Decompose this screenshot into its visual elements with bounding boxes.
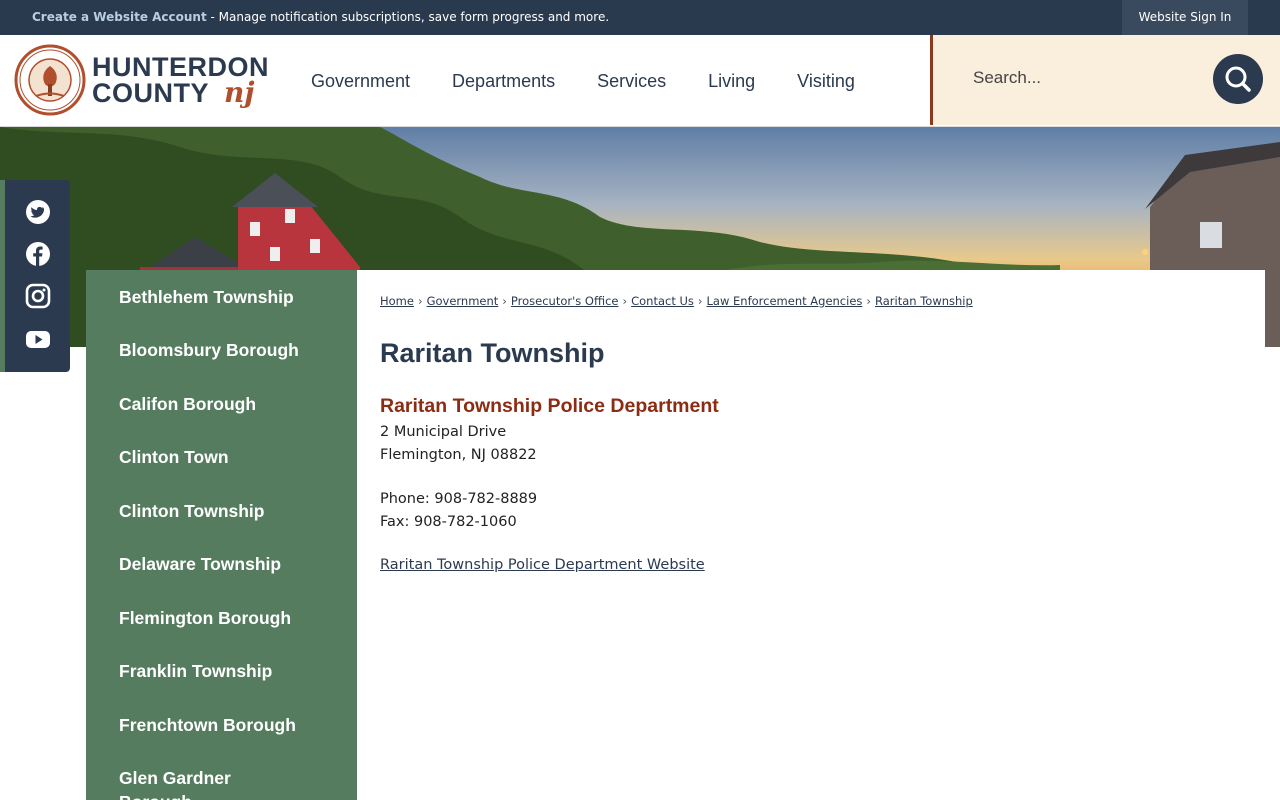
breadcrumb-separator: › — [417, 294, 423, 308]
notification-message: Create a Website Account - Manage notifi… — [32, 10, 609, 24]
search-area — [930, 35, 1280, 125]
municipality-sidebar: Bethlehem Township Bloomsbury Borough Ca… — [86, 270, 357, 800]
page-title: Raritan Township — [380, 338, 605, 368]
breadcrumb-separator: › — [697, 294, 703, 308]
sidebar-item-frenchtown-borough[interactable]: Frenchtown Borough — [119, 713, 349, 737]
facebook-icon[interactable] — [25, 241, 51, 267]
nav-departments[interactable]: Departments — [431, 71, 576, 92]
main-navigation: Government Departments Services Living V… — [290, 35, 876, 127]
address-line-2: Flemington, NJ 08822 — [380, 447, 537, 463]
sidebar-item-bloomsbury-borough[interactable]: Bloomsbury Borough — [119, 338, 349, 362]
breadcrumb-separator: › — [622, 294, 628, 308]
website-sign-in-button[interactable]: Website Sign In — [1122, 0, 1248, 35]
social-media-bar — [0, 180, 70, 372]
breadcrumb-separator: › — [502, 294, 507, 308]
breadcrumb-prosecutors-office[interactable]: Prosecutor's Office — [511, 294, 619, 308]
sidebar-item-clinton-town[interactable]: Clinton Town — [119, 445, 349, 469]
main-content: Home › Government › Prosecutor's Office › Cont… — [357, 270, 1265, 800]
site-header: HUNTERDON COUNTY nj Government Departmen… — [0, 35, 1280, 127]
sidebar-item-bethlehem-township[interactable]: Bethlehem Township — [119, 285, 349, 309]
nav-living[interactable]: Living — [687, 71, 776, 92]
sidebar-item-franklin-township[interactable]: Franklin Township — [119, 659, 349, 683]
breadcrumb: Home › Government › Prosecutor's Office › Cont… — [380, 294, 973, 308]
hunterdon-county-logo[interactable]: HUNTERDON COUNTY nj — [14, 44, 269, 116]
sidebar-item-delaware-township[interactable]: Delaware Township — [119, 552, 349, 576]
phone-number: Phone: 908-782-8889 — [380, 491, 538, 507]
breadcrumb-government[interactable]: Government — [427, 294, 499, 308]
create-account-description: - Manage notification subscriptions, sav… — [206, 10, 610, 24]
search-input[interactable] — [973, 68, 1193, 88]
youtube-icon[interactable] — [25, 326, 51, 352]
breadcrumb-law-enforcement-agencies[interactable]: Law Enforcement Agencies — [707, 294, 863, 308]
address-line-1: 2 Municipal Drive — [380, 424, 507, 440]
breadcrumb-separator: › — [866, 294, 871, 308]
breadcrumb-contact-us[interactable]: Contact Us — [631, 294, 694, 308]
notification-bar: Create a Website Account - Manage notifi… — [0, 0, 1280, 35]
twitter-icon[interactable] — [25, 199, 51, 225]
nav-government[interactable]: Government — [290, 71, 431, 92]
breadcrumb-home[interactable]: Home — [380, 294, 414, 308]
department-heading: Raritan Township Police Department — [380, 395, 719, 417]
logo-script-nj: nj — [224, 76, 255, 109]
nav-services[interactable]: Services — [576, 71, 687, 92]
county-seal-icon — [14, 44, 86, 116]
search-icon — [1225, 66, 1251, 92]
police-department-website-link[interactable]: Raritan Township Police Department Websi… — [380, 557, 705, 573]
breadcrumb-raritan-township[interactable]: Raritan Township — [875, 294, 973, 308]
create-account-link[interactable]: Create a Website Account — [32, 10, 207, 24]
sidebar-item-califon-borough[interactable]: Califon Borough — [119, 392, 349, 416]
sidebar-item-clinton-township[interactable]: Clinton Township — [119, 499, 349, 523]
nav-visiting[interactable]: Visiting — [776, 71, 876, 92]
fax-number: Fax: 908-782-1060 — [380, 514, 517, 530]
logo-line-county: COUNTY — [92, 78, 209, 108]
search-button[interactable] — [1213, 54, 1263, 104]
sidebar-item-flemington-borough[interactable]: Flemington Borough — [119, 606, 349, 630]
instagram-icon[interactable] — [25, 283, 51, 309]
sidebar-item-glen-gardner-borough[interactable]: Glen Gardner Borough — [119, 766, 289, 800]
